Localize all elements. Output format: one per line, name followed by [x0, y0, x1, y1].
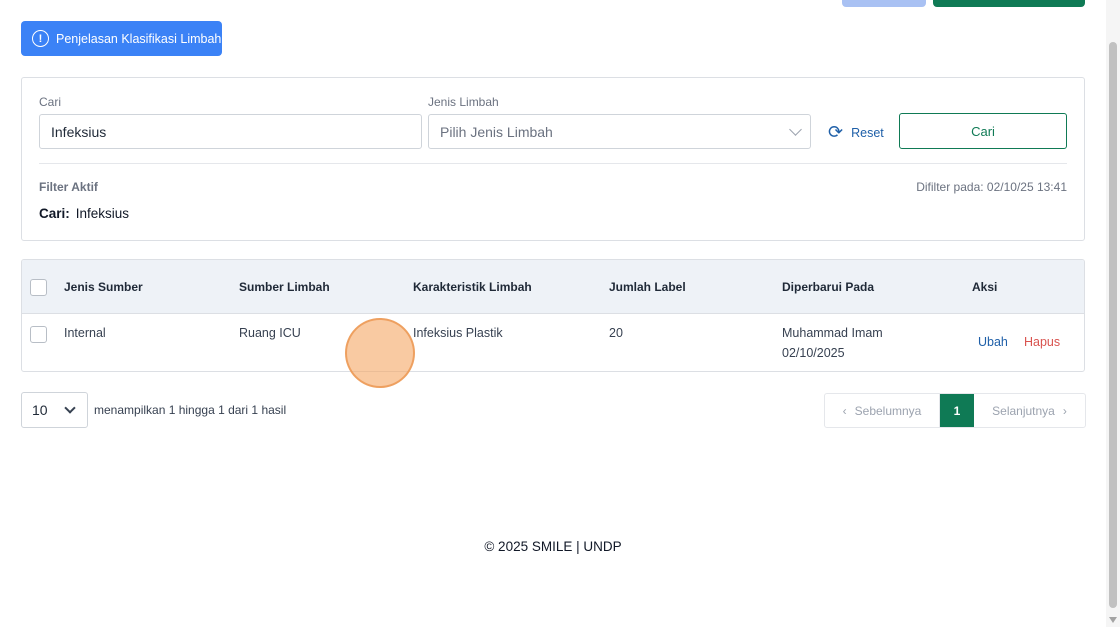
cell-updated: Muhammad Imam 02/10/2025 — [782, 323, 883, 363]
waste-type-label: Jenis Limbah — [428, 95, 499, 109]
chevron-left-icon: ‹ — [842, 403, 847, 418]
column-header: Diperbarui Pada — [782, 280, 875, 294]
search-label: Cari — [39, 95, 62, 109]
cell-characteristic: Infeksius Plastik — [413, 326, 503, 340]
classification-info-button[interactable]: ! Penjelasan Klasifikasi Limbah — [21, 21, 222, 56]
cell-source: Ruang ICU — [239, 326, 301, 340]
active-filter-key: Cari: — [39, 206, 70, 221]
page-button-current[interactable]: 1 — [940, 394, 974, 427]
column-header: Sumber Limbah — [239, 280, 330, 294]
chevron-down-icon — [789, 123, 802, 136]
updated-date: 02/10/2025 — [782, 346, 845, 360]
next-page-button[interactable]: Selanjutnya › — [974, 394, 1085, 427]
delete-link[interactable]: Hapus — [1024, 335, 1060, 349]
per-page-select[interactable]: 10 — [21, 392, 88, 428]
reset-label: Reset — [851, 125, 884, 140]
chevron-right-icon: › — [1062, 403, 1067, 418]
column-header: Jumlah Label — [609, 280, 686, 294]
previous-label: Sebelumnya — [854, 403, 922, 418]
search-input[interactable]: Infeksius — [39, 114, 422, 149]
per-page-value: 10 — [32, 402, 48, 418]
footer: © 2025 SMILE | UNDP — [484, 539, 622, 554]
select-all-checkbox[interactable] — [30, 279, 47, 296]
divider — [39, 163, 1067, 164]
info-icon: ! — [32, 30, 49, 47]
page-scrollbar[interactable] — [1106, 0, 1120, 627]
info-button-label: Penjelasan Klasifikasi Limbah — [56, 31, 222, 46]
cell-label-count: 20 — [609, 326, 623, 340]
filter-panel: Cari Infeksius Jenis Limbah Pilih Jenis … — [21, 77, 1085, 241]
search-button[interactable]: Cari — [899, 113, 1067, 149]
results-summary: menampilkan 1 hingga 1 dari 1 hasil — [94, 403, 287, 417]
row-checkbox[interactable] — [30, 326, 47, 343]
top-primary-button[interactable] — [933, 0, 1085, 7]
waste-type-select[interactable]: Pilih Jenis Limbah — [428, 114, 811, 149]
table-header: Jenis Sumber Sumber Limbah Karakteristik… — [22, 260, 1084, 314]
column-header: Jenis Sumber — [64, 280, 143, 294]
chevron-down-icon — [64, 402, 76, 414]
cell-source-type: Internal — [64, 326, 106, 340]
refresh-icon: ⟳ — [828, 122, 844, 142]
current-page-label: 1 — [953, 403, 961, 418]
filtered-at-text: Difilter pada: 02/10/25 13:41 — [916, 180, 1067, 194]
waste-table: Jenis Sumber Sumber Limbah Karakteristik… — [21, 259, 1085, 372]
column-header: Aksi — [972, 280, 998, 294]
active-filter-chip: Cari: Infeksius — [39, 206, 129, 221]
edit-link[interactable]: Ubah — [978, 335, 1008, 349]
column-header: Karakteristik Limbah — [413, 280, 532, 294]
active-filter-title: Filter Aktif — [39, 180, 98, 194]
waste-type-placeholder: Pilih Jenis Limbah — [440, 123, 553, 140]
previous-page-button[interactable]: ‹ Sebelumnya — [825, 394, 940, 427]
scroll-down-arrow-icon[interactable] — [1109, 617, 1117, 623]
active-filter-value: Infeksius — [75, 206, 130, 221]
reset-button[interactable]: ⟳ Reset — [828, 122, 884, 143]
updated-by: Muhammad Imam — [782, 326, 883, 340]
scrollbar-thumb[interactable] — [1109, 42, 1117, 608]
next-label: Selanjutnya — [992, 403, 1055, 418]
search-input-value: Infeksius — [51, 123, 107, 140]
search-button-label: Cari — [971, 123, 995, 139]
pagination: ‹ Sebelumnya 1 Selanjutnya › — [824, 393, 1086, 428]
top-secondary-button[interactable] — [842, 0, 926, 7]
click-indicator — [345, 318, 415, 388]
